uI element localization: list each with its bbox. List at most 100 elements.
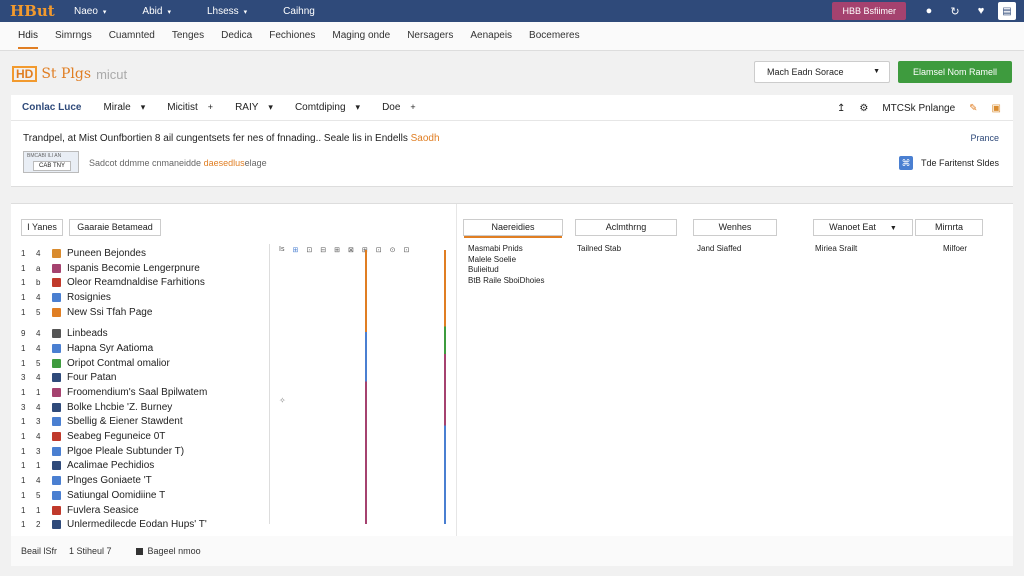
detail-cell: Jand Siaffed (697, 244, 742, 253)
list-item[interactable]: 1 5 New Ssi Tfah Page (21, 305, 271, 320)
row-type-icon (52, 263, 61, 273)
chevron-down-icon: ▼ (889, 225, 897, 232)
row-label: Sbellig & Eiener Stawdent (67, 416, 183, 428)
minus-box-icon[interactable]: ⊟ (320, 246, 326, 254)
info-headline: Trandpel, at Mist Ounfbortien 8 ail cung… (23, 133, 440, 144)
info-link[interactable]: Prance (970, 133, 999, 143)
footer-action[interactable]: Bageel nmoo (135, 546, 213, 556)
list-item[interactable]: 1 4 Rosignies (21, 290, 271, 305)
title-subtitle: micut (96, 66, 128, 82)
row-index: 3 (21, 373, 26, 383)
panel-tab-general[interactable]: Gaaraie Betamead (69, 219, 161, 236)
list-item[interactable]: 1 a Ispanis Becomie Lengerpnure (21, 261, 271, 276)
row-type-icon (52, 343, 61, 353)
square-icon[interactable]: ⊡ (403, 246, 409, 254)
panel-tab-names[interactable]: I Yanes (21, 219, 63, 236)
heart-icon[interactable]: ♥ (972, 2, 990, 20)
tab-maging-onde[interactable]: Maging onde (332, 22, 390, 51)
app-logo[interactable]: HBut (10, 2, 74, 20)
row-label: Oleor Reamdnaldise Farhitions (67, 277, 205, 289)
list-item[interactable]: 1 4 Puneen Bejondes (21, 246, 271, 261)
refresh-icon[interactable]: ↻ (946, 2, 964, 20)
top-actions: HBB Bsfiimer ● ↻ ♥ ▤ (832, 0, 1024, 22)
is-icon[interactable]: Is (279, 246, 284, 254)
column-header-wanoet-eat[interactable]: Wanoet Eat ▼ (813, 219, 913, 236)
tab-nersagers[interactable]: Nersagers (407, 22, 453, 51)
chevron-down-icon: ▾ (140, 102, 146, 112)
row-sub-index: 5 (36, 307, 41, 317)
toolbar-item-mirale[interactable]: Mirale ▾ (103, 102, 145, 113)
toolbar-item-doe[interactable]: Doe + (382, 102, 416, 113)
gear-icon[interactable]: ⚙ (859, 103, 868, 114)
list-item[interactable]: 9 4 Linbeads (21, 326, 271, 341)
tab-tenges[interactable]: Tenges (172, 22, 204, 51)
nav-menu-caihng[interactable]: Caihng (283, 6, 315, 17)
row-label: Plnges Goniaete 'T (67, 475, 152, 487)
list-item[interactable]: 1 1 Acalimae Pechidios (21, 459, 271, 474)
target-icon[interactable]: ⊙ (390, 246, 396, 254)
tab-aenapeis[interactable]: Aenapeis (470, 22, 512, 51)
tab-bocemeres[interactable]: Bocemeres (529, 22, 580, 51)
plus-box-icon[interactable]: ⊞ (334, 246, 340, 254)
toolbar-item-conlac-luce[interactable]: Conlac Luce (22, 102, 81, 113)
app-icon: ⌘ (898, 156, 913, 170)
row-sub-index: 4 (36, 329, 41, 339)
square-icon[interactable]: ⊡ (376, 246, 382, 254)
toolbar-item-micitist[interactable]: Micitist + (167, 102, 213, 113)
list-item[interactable]: 1 5 Satiungal Oomidiine T (21, 488, 271, 503)
chevron-down-icon: ▾ (167, 8, 171, 16)
list-item[interactable]: 1 4 Hapna Syr Aatioma (21, 341, 271, 356)
row-sub-index: 4 (36, 292, 41, 302)
tab-dedica[interactable]: Dedica (221, 22, 252, 51)
document-icon[interactable]: ▤ (998, 2, 1016, 20)
list-item[interactable]: 1 4 Plnges Goniaete 'T (21, 473, 271, 488)
info-headline-highlight[interactable]: Saodh (411, 133, 440, 144)
list-item[interactable]: 1 5 Oripot Contmal omalior (21, 356, 271, 371)
tab-fechiones[interactable]: Fechiones (269, 22, 315, 51)
circle-icon[interactable]: ● (920, 2, 938, 20)
list-item[interactable]: 3 4 Bolke Lhcbie 'Z. Burney (21, 400, 271, 415)
toolbar-item-comtdiping[interactable]: Comtdiping ▾ (295, 102, 360, 113)
plus-icon: + (410, 102, 416, 112)
column-header-naereidies[interactable]: Naereidies (463, 219, 563, 236)
square-icon[interactable]: ⊡ (306, 246, 312, 254)
row-label: Seabeg Feguneice 0T (67, 431, 166, 443)
title-badge: HD (12, 66, 38, 82)
toolbar-item-raiy[interactable]: RAIY ▾ (235, 102, 273, 113)
primary-action-button[interactable]: Elamsel Nom Ramell (898, 61, 1012, 83)
column-header-aclmthrng[interactable]: Aclmthrng (575, 219, 677, 236)
image-icon[interactable]: ▣ (992, 103, 1001, 114)
list-item[interactable]: 1 3 Plgoe Pleale Subtunder T) (21, 444, 271, 459)
list-item[interactable]: 1 3 Sbellig & Eiener Stawdent (21, 415, 271, 430)
timeline-bar (365, 250, 367, 524)
thumbnail[interactable]: BMCABI ILI AN CAB TNY (23, 151, 79, 173)
row-label: Acalimae Pechidios (67, 460, 155, 472)
source-dropdown[interactable]: Mach Eadn Sorace ▼ (754, 61, 890, 83)
list-item[interactable]: 1 b Oleor Reamdnaldise Farhitions (21, 275, 271, 290)
nav-menu-lhsess[interactable]: Lhsess ▾ (207, 6, 247, 17)
nav-menu-naeo[interactable]: Naeo ▾ (74, 6, 106, 17)
tab-hdis[interactable]: Hdis (18, 22, 39, 51)
tab-simrngs[interactable]: Simrngs (55, 22, 92, 51)
x-box-icon[interactable]: ⊠ (348, 246, 354, 254)
tab-cuamnted[interactable]: Cuamnted (109, 22, 155, 51)
list-item[interactable]: 1 2 Unlermedilecde Eodan Hups' T' (21, 517, 271, 532)
list-item[interactable]: 3 4 Four Patan (21, 371, 271, 386)
row-sub-index: 5 (36, 490, 41, 500)
color-palette-icon[interactable]: ✎ (969, 103, 977, 114)
row-sub-index: 1 (36, 461, 41, 471)
list-item[interactable]: 1 1 Froomendium's Saal Bpilwatem (21, 385, 271, 400)
toolbar-right: ↥ ⚙ MTCSk Pnlange ✎ ▣ (823, 95, 1001, 121)
info-side-action[interactable]: ⌘ Tde Faritenst Sldes (898, 156, 999, 170)
upload-icon[interactable]: ↥ (837, 103, 845, 114)
toolbar-setting-link[interactable]: MTCSk Pnlange (882, 103, 955, 114)
column-header-mirnrta[interactable]: Mirnrta (915, 219, 983, 236)
top-action-button[interactable]: HBB Bsfiimer (832, 2, 906, 20)
row-label: Ispanis Becomie Lengerpnure (67, 262, 200, 274)
list-item[interactable]: 1 4 Seabeg Feguneice 0T (21, 429, 271, 444)
row-sub-index: 2 (36, 520, 41, 530)
nav-menu-abid[interactable]: Abid ▾ (142, 6, 171, 17)
column-header-wenhes[interactable]: Wenhes (693, 219, 777, 236)
list-item[interactable]: 1 1 Fuvlera Seasice (21, 503, 271, 518)
grid-icon[interactable]: ⊞ (292, 246, 298, 254)
